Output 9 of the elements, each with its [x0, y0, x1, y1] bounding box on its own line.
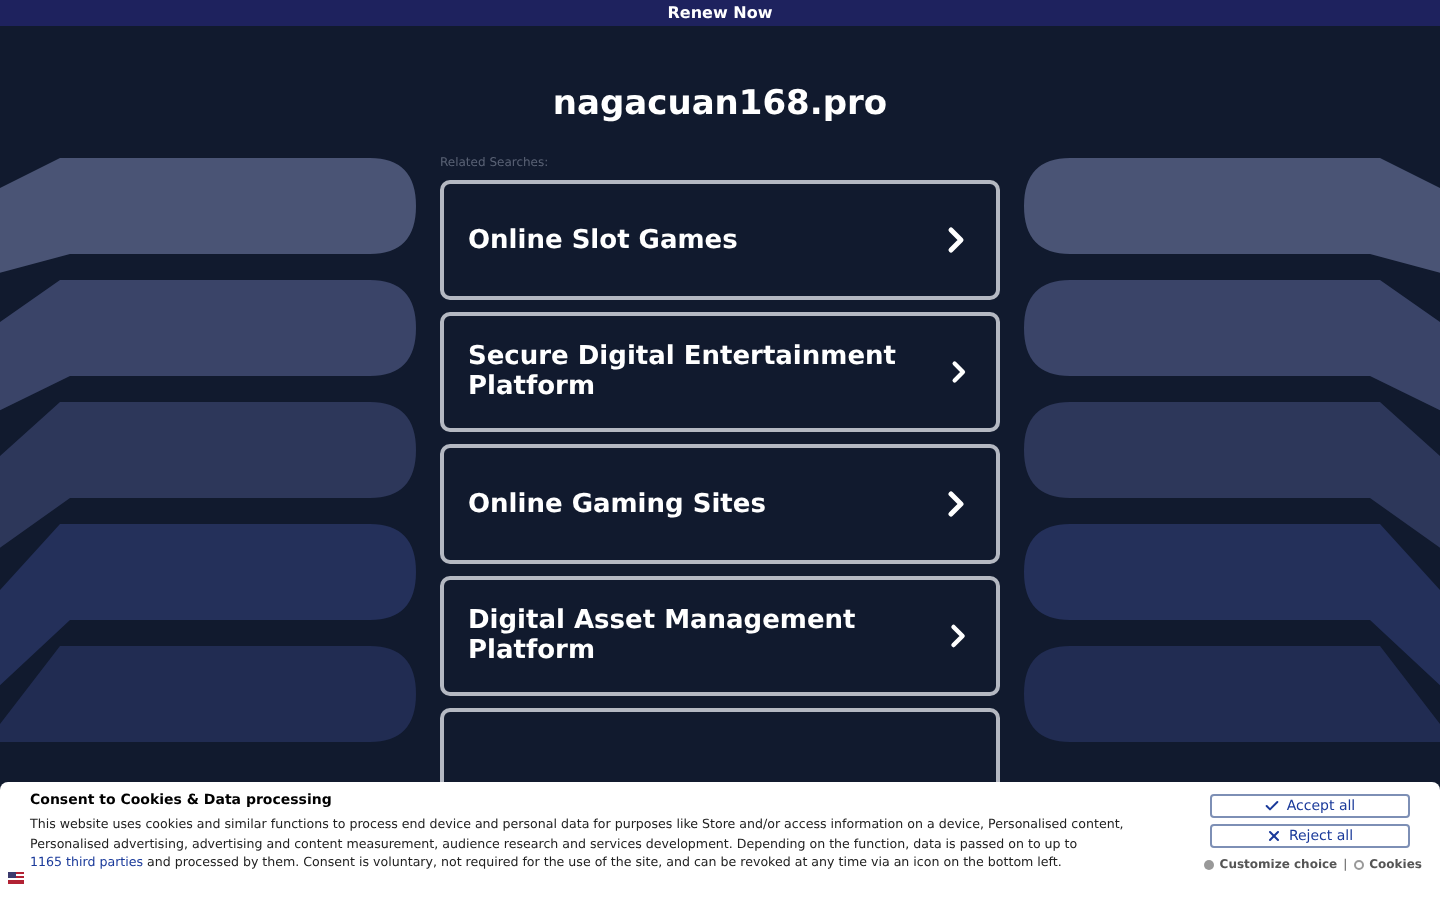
search-link-card[interactable]: Online Slot Games: [440, 180, 1000, 300]
search-link-card[interactable]: Online Gaming Sites: [440, 444, 1000, 564]
check-icon: [1264, 798, 1281, 814]
domain-title: nagacuan168.pro: [552, 84, 888, 124]
close-icon: [1266, 828, 1283, 844]
renew-now-link[interactable]: Renew Now: [667, 5, 773, 21]
search-link-card[interactable]: Digital Asset Management Platform: [440, 576, 1000, 696]
flag-icon: [8, 872, 24, 884]
search-link-card[interactable]: Secure Digital Entertainment Platform: [440, 312, 1000, 432]
